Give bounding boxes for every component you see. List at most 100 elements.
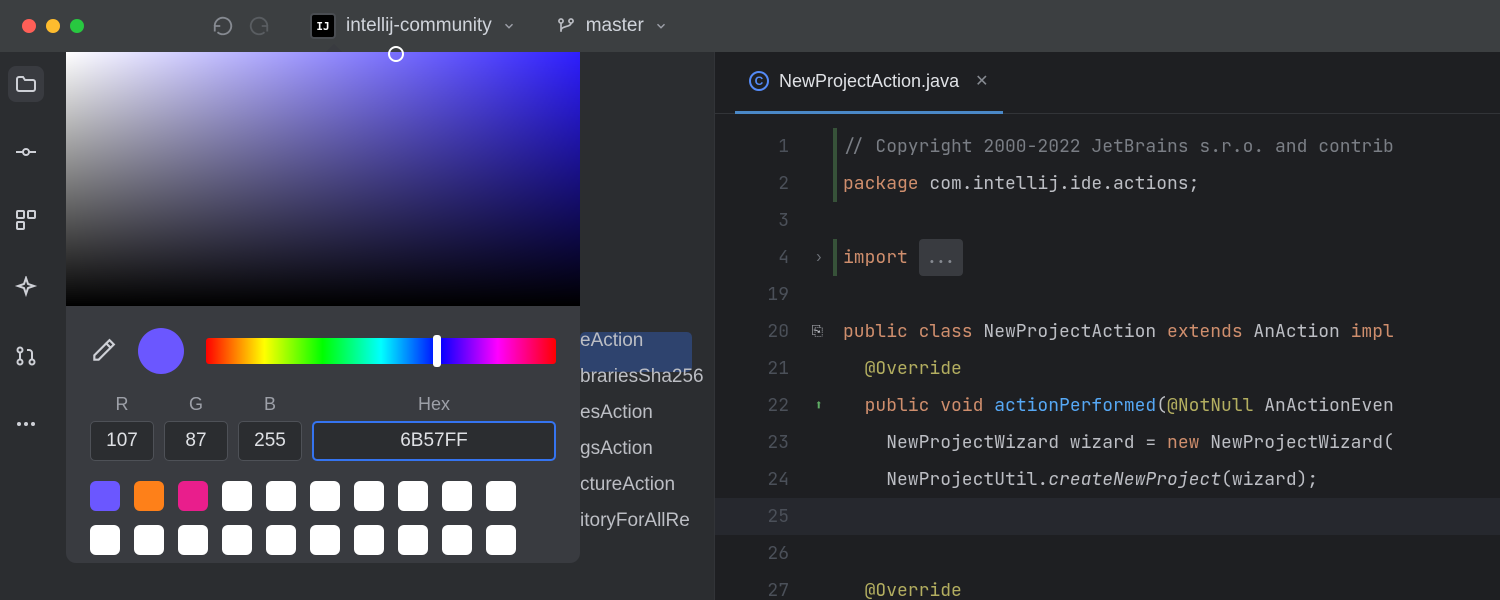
editor-gutter[interactable]: 1 2 3 4› 19 20⎘ 21 22⬆ 23 24 25 26 27	[715, 114, 833, 600]
editor-tab-bar: C NewProjectAction.java ✕	[715, 52, 1500, 114]
swatch-item[interactable]	[398, 525, 428, 555]
code-text: NewProjectWizard wizard =	[886, 431, 1167, 454]
list-item[interactable]: gsAction	[580, 438, 710, 460]
line-number[interactable]: 26	[715, 535, 833, 572]
swatch-item[interactable]	[398, 481, 428, 511]
eyedropper-icon[interactable]	[90, 338, 116, 364]
line-number[interactable]: 23	[715, 424, 833, 461]
more-horizontal-icon	[14, 412, 38, 436]
code-text: package	[843, 172, 919, 195]
code-text: actionPerformed	[983, 394, 1156, 417]
line-number[interactable]: 27	[715, 572, 833, 600]
swatch-item[interactable]	[266, 525, 296, 555]
class-file-icon: C	[749, 71, 769, 91]
swatch-item[interactable]	[486, 525, 516, 555]
b-label: B	[264, 394, 276, 415]
code-text: com.intellij.ide.actions;	[919, 172, 1200, 195]
swatch-item[interactable]	[90, 525, 120, 555]
pull-requests-tool-button[interactable]	[8, 338, 44, 374]
list-item[interactable]: esAction	[580, 402, 710, 424]
close-tab-icon[interactable]: ✕	[975, 71, 988, 91]
pull-request-icon	[14, 344, 38, 368]
branch-name: master	[586, 15, 644, 37]
undo-icon[interactable]	[212, 15, 234, 37]
intellij-logo-icon: IJ	[310, 13, 336, 39]
list-item[interactable]: brariesSha256	[580, 366, 710, 388]
code-text: new	[1167, 431, 1199, 454]
branch-icon	[556, 16, 576, 36]
close-window-button[interactable]	[22, 19, 36, 33]
project-tool-button[interactable]	[8, 66, 44, 102]
swatch-item[interactable]	[354, 481, 384, 511]
line-number[interactable]: 24	[715, 461, 833, 498]
line-number[interactable]: 21	[715, 350, 833, 387]
swatch-item[interactable]	[442, 525, 472, 555]
plugin-gutter-icon[interactable]: ⎘	[812, 313, 823, 350]
branch-selector[interactable]: master	[556, 15, 668, 37]
g-input[interactable]	[164, 421, 228, 461]
ai-tool-button[interactable]	[8, 270, 44, 306]
hex-label: Hex	[418, 394, 450, 415]
vcs-change-marker[interactable]	[833, 239, 837, 276]
swatch-item[interactable]	[134, 481, 164, 511]
override-gutter-icon[interactable]: ⬆	[815, 387, 823, 424]
search-result-list: eAction brariesSha256 esAction gsAction …	[580, 330, 710, 532]
swatch-item[interactable]	[354, 525, 384, 555]
list-item[interactable]: itoryForAllRe	[580, 510, 710, 532]
commit-icon	[14, 140, 38, 164]
more-tool-button[interactable]	[8, 406, 44, 442]
swatch-item[interactable]	[134, 525, 164, 555]
swatch-item[interactable]	[442, 481, 472, 511]
line-number[interactable]: 1	[715, 128, 833, 165]
editor-tab[interactable]: C NewProjectAction.java ✕	[735, 52, 1003, 114]
line-number[interactable]: 2	[715, 165, 833, 202]
sparkle-icon	[14, 276, 38, 300]
swatch-item[interactable]	[310, 481, 340, 511]
code-text: (	[1156, 394, 1167, 417]
folder-icon	[14, 72, 38, 96]
saturation-value-field[interactable]	[66, 52, 580, 306]
b-input[interactable]	[238, 421, 302, 461]
list-item[interactable]: ctureAction	[580, 474, 710, 496]
left-toolbar	[0, 52, 52, 600]
list-item[interactable]: eAction	[580, 330, 710, 352]
line-number[interactable]: 19	[715, 276, 833, 313]
minimize-window-button[interactable]	[46, 19, 60, 33]
project-selector[interactable]: IJ intellij-community	[310, 13, 516, 39]
swatch-item[interactable]	[222, 481, 252, 511]
g-label: G	[189, 394, 203, 415]
line-number[interactable]: 3	[715, 202, 833, 239]
code-text: impl	[1351, 320, 1394, 343]
fold-placeholder[interactable]: ...	[919, 239, 963, 276]
sv-cursor[interactable]	[388, 46, 404, 62]
structure-icon	[14, 208, 38, 232]
swatch-item[interactable]	[310, 525, 340, 555]
swatch-item[interactable]	[90, 481, 120, 511]
code-text: NewProjectUtil.	[886, 468, 1048, 491]
hue-thumb[interactable]	[433, 335, 441, 367]
editor-body[interactable]: 1 2 3 4› 19 20⎘ 21 22⬆ 23 24 25 26 27 //…	[715, 114, 1500, 600]
code-text: @NotNull	[1167, 394, 1253, 417]
redo-icon[interactable]	[248, 15, 270, 37]
maximize-window-button[interactable]	[70, 19, 84, 33]
code-text: (wizard);	[1221, 468, 1318, 491]
r-input[interactable]	[90, 421, 154, 461]
structure-tool-button[interactable]	[8, 202, 44, 238]
fold-chevron-icon[interactable]: ›	[815, 239, 823, 276]
line-number[interactable]: 4›	[715, 239, 833, 276]
vcs-change-marker[interactable]	[833, 128, 837, 202]
swatch-item[interactable]	[178, 525, 208, 555]
line-number[interactable]: 22⬆	[715, 387, 833, 424]
swatch-palette	[66, 473, 580, 555]
line-number[interactable]: 25	[715, 498, 833, 535]
swatch-item[interactable]	[222, 525, 252, 555]
code-text: AnActionEven	[1253, 394, 1393, 417]
swatch-item[interactable]	[486, 481, 516, 511]
commit-tool-button[interactable]	[8, 134, 44, 170]
code-text: createNewProject	[1048, 468, 1221, 491]
hex-input[interactable]	[312, 421, 556, 461]
line-number[interactable]: 20⎘	[715, 313, 833, 350]
swatch-item[interactable]	[266, 481, 296, 511]
swatch-item[interactable]	[178, 481, 208, 511]
hue-slider[interactable]	[206, 338, 556, 364]
